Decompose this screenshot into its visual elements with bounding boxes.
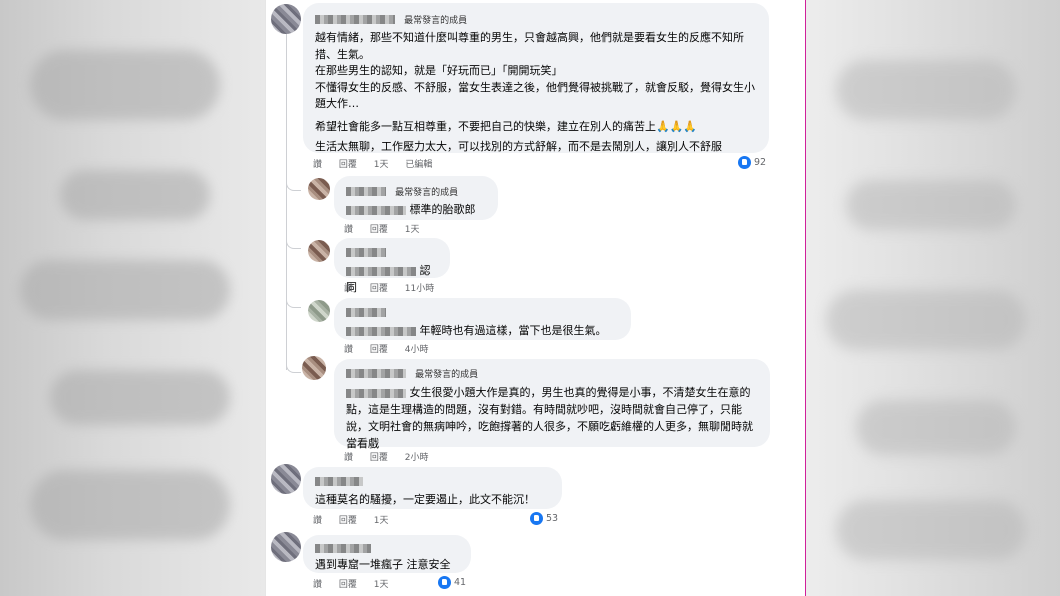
comment-author[interactable]	[346, 302, 619, 321]
blurred-author-name	[346, 369, 406, 378]
comment-line: 這種莫名的騷擾，一定要遏止，此文不能沉！	[315, 493, 535, 506]
member-badge: 最常發言的成員	[415, 370, 479, 380]
reply-button[interactable]: 回覆	[370, 453, 388, 463]
blurred-author-name	[346, 187, 386, 196]
comment-actions: 讚 回覆 1天	[313, 577, 403, 590]
reaction-count[interactable]: 41	[438, 576, 466, 589]
avatar[interactable]	[302, 356, 326, 380]
reply-connector	[286, 236, 301, 249]
blurred-mention	[346, 388, 406, 398]
avatar[interactable]	[308, 178, 330, 200]
reply-thread-line	[286, 30, 287, 370]
comment-text: 這種莫名的騷擾，一定要遏止，此文不能沉！	[315, 492, 550, 509]
comment-author[interactable]: 最常發言的成員	[346, 363, 758, 382]
avatar[interactable]	[271, 464, 301, 494]
comment-actions: 讚 回覆 2小時	[344, 450, 443, 463]
like-button[interactable]: 讚	[344, 284, 353, 294]
comment-line: 希望社會能多一點互相尊重，不要把自己的快樂，建立在別人的痛苦上🙏🙏🙏	[315, 119, 698, 133]
comment-line: 標準的胎歌郎	[409, 203, 476, 216]
comment-line: 生活太無聊，工作壓力太大，可以找別的方式舒解，而不是去鬧別人，讓別人不舒服	[315, 140, 722, 153]
reply-button[interactable]: 回覆	[339, 580, 357, 590]
avatar[interactable]	[271, 4, 301, 34]
blurred-right-background	[806, 0, 1060, 596]
blurred-author-name	[315, 477, 363, 486]
comment-line: 越有情緒，那些不知道什麼叫尊重的男生，只會越高興，他們就是要看女生的反應不知所措…	[315, 31, 744, 61]
comment-bubble: 最常發言的成員 越有情緒，那些不知道什麼叫尊重的男生，只會越高興，他們就是要看女…	[303, 3, 769, 153]
comment-line: 在那些男生的認知，就是「好玩而已」「開開玩笑」	[315, 64, 563, 77]
comment-bubble: 遇到專窟一堆瘋子 注意安全	[303, 535, 471, 573]
comment-text: 年輕時也有過這樣，當下也是很生氣。	[346, 323, 619, 340]
comment-author[interactable]	[315, 471, 550, 490]
reply-button[interactable]: 回覆	[370, 284, 388, 294]
blurred-mention	[346, 266, 416, 276]
like-button[interactable]: 讚	[313, 516, 322, 526]
blurred-author-name	[315, 15, 395, 24]
comment-bubble: 最常發言的成員 標準的胎歌郎	[334, 176, 498, 220]
timestamp[interactable]: 1天	[374, 160, 389, 170]
timestamp[interactable]: 1天	[405, 225, 420, 235]
edge-divider	[805, 0, 806, 596]
comment-line: 不懂得女生的反感、不舒服，當女生表達之後，他們覺得被挑戰了，就會反駁，覺得女生小…	[315, 80, 755, 111]
comment-author[interactable]: 最常發言的成員	[346, 181, 486, 200]
blurred-author-name	[346, 248, 386, 257]
comment-line: 遇到專窟一堆瘋子 注意安全	[315, 558, 451, 571]
comment-line: 年輕時也有過這樣，當下也是很生氣。	[419, 324, 607, 337]
comment-actions: 讚 回覆 1天 已編輯	[313, 157, 446, 170]
timestamp[interactable]: 4小時	[405, 345, 429, 355]
timestamp[interactable]: 2小時	[405, 453, 429, 463]
comment-bubble: 這種莫名的騷擾，一定要遏止，此文不能沉！	[303, 467, 562, 509]
reply-connector	[286, 360, 301, 373]
timestamp[interactable]: 1天	[374, 516, 389, 526]
like-button[interactable]: 讚	[344, 225, 353, 235]
reply-button[interactable]: 回覆	[339, 160, 357, 170]
comment-text: 越有情緒，那些不知道什麼叫尊重的男生，只會越高興，他們就是要看女生的反應不知所措…	[315, 30, 757, 156]
comment-text: 標準的胎歌郎	[346, 202, 486, 219]
timestamp[interactable]: 11小時	[405, 284, 434, 294]
comment-line: 女生很愛小題大作是真的，男生也真的覺得是小事，不清楚女生在意的點，這是生理構造的…	[346, 386, 753, 450]
avatar[interactable]	[271, 532, 301, 562]
avatar[interactable]	[308, 300, 330, 322]
like-button[interactable]: 讚	[313, 160, 322, 170]
timestamp[interactable]: 1天	[374, 580, 389, 590]
like-count: 92	[754, 157, 767, 168]
comment-bubble: 最常發言的成員 女生很愛小題大作是真的，男生也真的覺得是小事，不清楚女生在意的點…	[334, 359, 770, 450]
comment-text: 女生很愛小題大作是真的，男生也真的覺得是小事，不清楚女生在意的點，這是生理構造的…	[346, 384, 758, 452]
like-button[interactable]: 讚	[344, 453, 353, 463]
member-badge: 最常發言的成員	[404, 16, 468, 26]
avatar[interactable]	[308, 240, 330, 262]
reply-button[interactable]: 回覆	[370, 345, 388, 355]
reply-connector	[286, 295, 301, 308]
comment-actions: 讚 回覆 1天	[313, 513, 403, 526]
blurred-left-background	[0, 0, 265, 596]
like-count: 41	[454, 577, 467, 588]
comment-bubble: 認同	[334, 238, 450, 294]
thumbs-up-icon	[530, 512, 543, 525]
blurred-mention	[346, 205, 406, 215]
comment-actions: 讚 回覆 4小時	[344, 342, 443, 355]
like-button[interactable]: 讚	[313, 580, 322, 590]
reply-button[interactable]: 回覆	[339, 516, 357, 526]
like-button[interactable]: 讚	[344, 345, 353, 355]
comment-actions: 讚 回覆 11小時	[344, 281, 448, 294]
like-count: 53	[546, 513, 559, 524]
reply-button[interactable]: 回覆	[370, 225, 388, 235]
member-badge: 最常發言的成員	[395, 188, 459, 198]
thumbs-up-icon	[438, 576, 451, 589]
blurred-mention	[346, 326, 416, 336]
comment-author[interactable]	[346, 242, 438, 261]
comment-author[interactable]	[315, 538, 459, 557]
reaction-count[interactable]: 53	[530, 512, 558, 525]
blurred-author-name	[315, 544, 371, 553]
comments-panel: 最常發言的成員 越有情緒，那些不知道什麼叫尊重的男生，只會越高興，他們就是要看女…	[266, 0, 805, 596]
comment-actions: 讚 回覆 1天	[344, 222, 434, 235]
blurred-author-name	[346, 308, 386, 317]
comment-author[interactable]: 最常發言的成員	[315, 9, 757, 28]
reply-connector	[286, 178, 301, 191]
thumbs-up-icon	[738, 156, 751, 169]
reaction-count[interactable]: 92	[738, 156, 766, 169]
comment-text: 遇到專窟一堆瘋子 注意安全	[315, 557, 459, 574]
comment-bubble: 年輕時也有過這樣，當下也是很生氣。	[334, 298, 631, 340]
edited-label[interactable]: 已編輯	[405, 160, 432, 170]
